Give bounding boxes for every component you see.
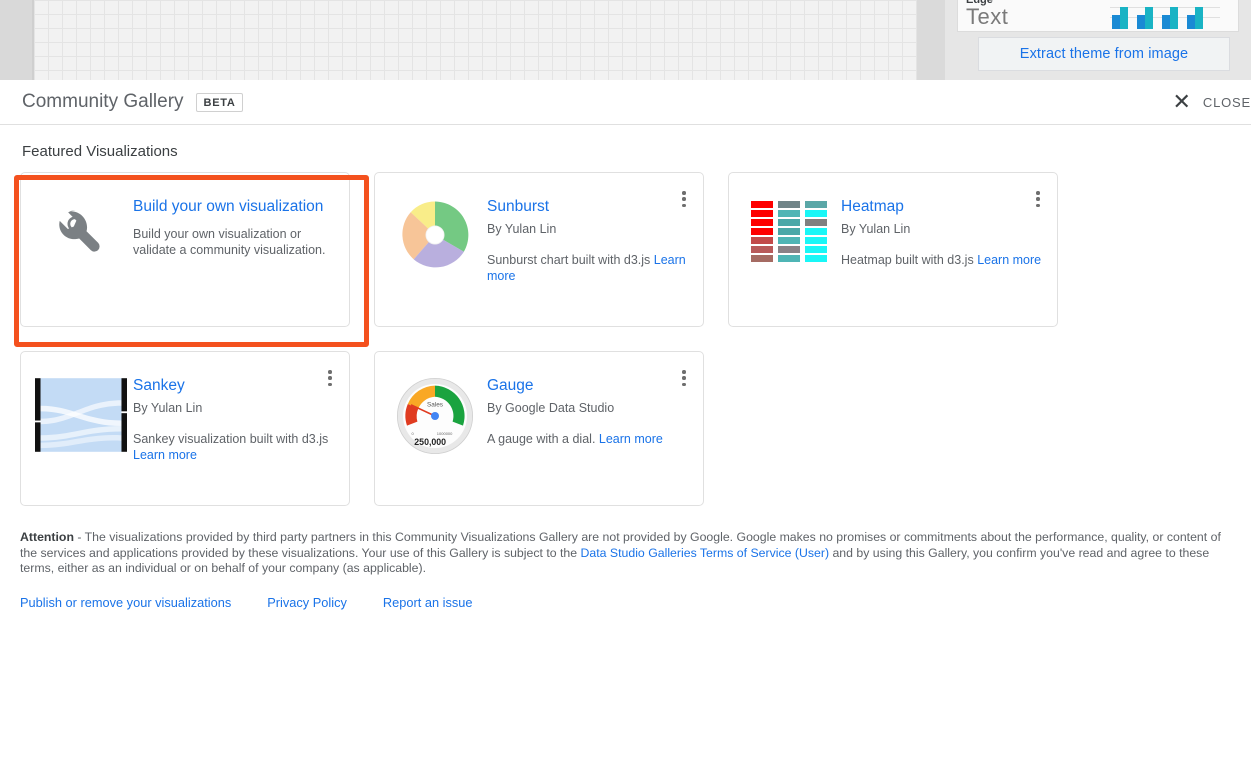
card-author: By Yulan Lin	[841, 222, 1043, 236]
learn-more-link[interactable]: Learn more	[133, 448, 197, 462]
card-gauge[interactable]: Sales 0 1000000 250,000 Gauge By Google …	[374, 351, 704, 506]
card-description: Heatmap built with d3.js Learn more	[841, 252, 1043, 268]
card-description: Sankey visualization built with d3.js Le…	[133, 431, 335, 463]
learn-more-link[interactable]: Learn more	[599, 432, 663, 446]
close-button[interactable]: ✕ CLOSE	[1172, 91, 1251, 113]
card-sunburst[interactable]: Sunburst By Yulan Lin Sunburst chart bui…	[374, 172, 704, 327]
card-options-menu-icon[interactable]	[675, 189, 693, 209]
theme-preview-card: Edge Text	[957, 0, 1239, 32]
card-title[interactable]: Sunburst	[487, 197, 689, 216]
visualization-card-grid: Build your own visualization Build your …	[20, 172, 1231, 506]
card-author: By Yulan Lin	[487, 222, 689, 236]
card-build-your-own[interactable]: Build your own visualization Build your …	[20, 172, 350, 327]
terms-of-service-link[interactable]: Data Studio Galleries Terms of Service (…	[581, 546, 830, 560]
card-title[interactable]: Heatmap	[841, 197, 1043, 216]
sunburst-chart-icon	[397, 197, 473, 273]
card-thumbnail: Sales 0 1000000 250,000	[389, 374, 481, 466]
card-options-menu-icon[interactable]	[1029, 189, 1047, 209]
card-title[interactable]: Build your own visualization	[133, 197, 335, 216]
card-author: By Yulan Lin	[133, 401, 335, 415]
card-title[interactable]: Sankey	[133, 376, 335, 395]
canvas-right-gutter	[917, 0, 945, 80]
gauge-max-label: 1000000	[437, 431, 453, 436]
page-title: Community Gallery	[22, 91, 184, 113]
card-options-menu-icon[interactable]	[321, 368, 339, 388]
attention-disclaimer: Attention - The visualizations provided …	[20, 530, 1225, 577]
privacy-policy-link[interactable]: Privacy Policy	[267, 595, 347, 610]
section-title: Featured Visualizations	[22, 143, 1231, 160]
close-button-label: CLOSE	[1203, 95, 1251, 110]
card-heatmap[interactable]: Heatmap By Yulan Lin Heatmap built with …	[728, 172, 1058, 327]
wrench-icon	[54, 205, 108, 259]
beta-badge: BETA	[196, 93, 244, 112]
card-description: Build your own visualization or validate…	[133, 226, 335, 258]
card-description-text: Sunburst chart built with d3.js	[487, 253, 650, 267]
report-canvas-grid	[32, 0, 917, 80]
report-an-issue-link[interactable]: Report an issue	[383, 595, 473, 610]
attention-label: Attention	[20, 530, 74, 544]
card-text: Sankey By Yulan Lin Sankey visualization…	[127, 374, 335, 505]
card-text: Sunburst By Yulan Lin Sunburst chart bui…	[481, 195, 689, 326]
theme-text-label: Text	[966, 7, 1096, 27]
card-thumbnail	[389, 195, 481, 287]
background-canvas: Edge Text Extract theme from image	[0, 0, 1251, 86]
card-description-text: Heatmap built with d3.js	[841, 253, 974, 267]
close-icon[interactable]: ✕	[1172, 91, 1190, 113]
card-description: Sunburst chart built with d3.js Learn mo…	[487, 252, 689, 284]
card-text: Heatmap By Yulan Lin Heatmap built with …	[835, 195, 1043, 326]
dialog-header: Community Gallery BETA ✕ CLOSE	[0, 80, 1251, 125]
screen-root: Edge Text Extract theme from image	[0, 0, 1251, 776]
card-title[interactable]: Gauge	[487, 376, 689, 395]
card-thumbnail	[35, 374, 127, 466]
card-author: By Google Data Studio	[487, 401, 689, 415]
heatmap-chart-icon	[751, 201, 827, 262]
gauge-metric-label: Sales	[427, 401, 443, 408]
publish-or-remove-link[interactable]: Publish or remove your visualizations	[20, 595, 231, 610]
gauge-chart-icon: Sales 0 1000000 250,000	[395, 376, 475, 456]
card-description-text: A gauge with a dial.	[487, 432, 595, 446]
community-gallery-dialog: Community Gallery BETA ✕ CLOSE Featured …	[0, 80, 1251, 776]
card-options-menu-icon[interactable]	[675, 368, 693, 388]
gauge-value-label: 250,000	[414, 437, 446, 447]
learn-more-link[interactable]: Learn more	[977, 253, 1041, 267]
theme-mini-bar-chart	[1110, 0, 1220, 29]
card-thumbnail	[743, 195, 835, 287]
card-description-text: Sankey visualization built with d3.js	[133, 432, 328, 446]
sankey-chart-icon	[35, 378, 127, 452]
card-description: A gauge with a dial. Learn more	[487, 431, 689, 447]
extract-theme-from-image-button[interactable]: Extract theme from image	[978, 37, 1230, 71]
card-thumbnail	[35, 195, 127, 287]
footer-links: Publish or remove your visualizations Pr…	[20, 595, 1231, 610]
dialog-body: Featured Visualizations Build your own v…	[0, 125, 1251, 610]
theme-preview-labels: Edge Text	[966, 0, 1096, 27]
canvas-left-gutter	[0, 0, 32, 80]
card-text: Build your own visualization Build your …	[127, 195, 335, 326]
card-text: Gauge By Google Data Studio A gauge with…	[481, 374, 689, 505]
card-sankey[interactable]: Sankey By Yulan Lin Sankey visualization…	[20, 351, 350, 506]
